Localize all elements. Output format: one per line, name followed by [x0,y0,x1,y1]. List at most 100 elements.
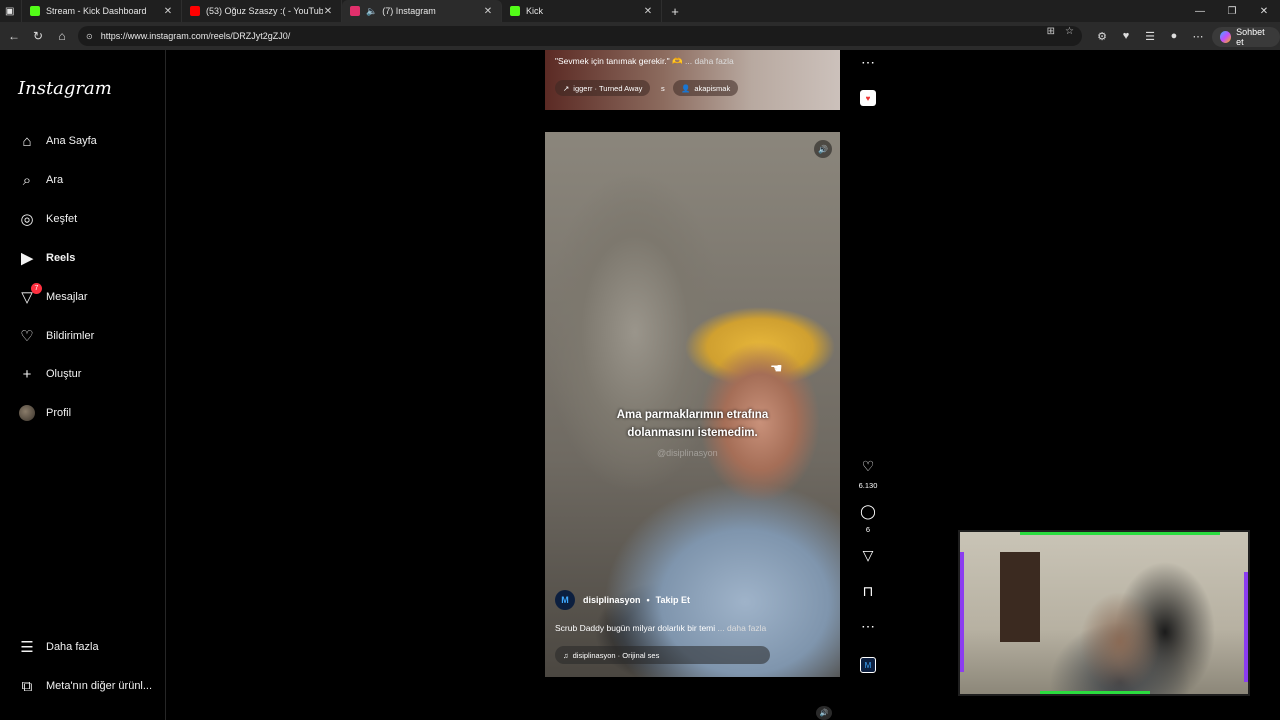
favorites-icon[interactable]: ☰ [1138,30,1162,43]
audio-extra: s [661,83,665,93]
cam-frame-right [1244,572,1248,682]
search-icon: ⌕ [22,171,32,189]
more-options-icon[interactable]: ⋯ [856,618,880,635]
close-tab-icon[interactable]: ✕ [483,6,493,17]
prev-audio-thumb[interactable]: ♥ [860,90,876,106]
cam-frame-left [960,552,964,672]
back-icon[interactable]: ← [2,24,26,48]
menu-icon: ☰ [20,639,34,656]
tab-youtube[interactable]: (53) Oğuz Szaszy :( - YouTube ✕ [182,0,342,22]
sidebar-item-notifications[interactable]: ♡ Bildirimler [18,327,94,345]
author-name[interactable]: disiplinasyon [583,595,641,605]
compass-icon: ◎ [20,211,34,228]
like-count: 6.130 [858,481,878,490]
tab-title: Kick [526,6,544,16]
sound-toggle-icon[interactable]: 🔊 [814,140,832,158]
video-watermark: @disiplinasyon [657,448,718,458]
heart-icon: ♡ [20,328,34,345]
sidebar-item-label: Bildirimler [46,330,95,342]
address-bar-row: ← ↻ ⌂ ⊙ https://www.instagram.com/reels/… [0,22,1280,50]
browser-toolbar-icons: ⚙ ♥ ☰ ● ⋯ [1090,22,1210,50]
avatar [18,404,36,422]
tab-actions-icon[interactable]: ▣ [0,0,22,22]
previous-reel[interactable]: "Sevmek için tanımak gerekir." 🫶 ... dah… [545,50,840,110]
sidebar-item-label: Meta'nın diğer ürünl... [46,680,153,692]
close-tab-icon[interactable]: ✕ [163,6,173,17]
kick-favicon-icon [510,6,520,16]
more-link[interactable]: ... daha fazla [718,623,767,633]
home-icon[interactable]: ⌂ [50,24,74,48]
app-available-icon[interactable]: ⊞ [1047,26,1055,37]
extensions-icon[interactable]: ⚙ [1090,30,1114,43]
sidebar-item-explore[interactable]: ◎ Keşfet [18,210,77,228]
previous-reel-caption: "Sevmek için tanımak gerekir." 🫶 ... dah… [555,56,734,66]
audio-pill[interactable]: ♫ disiplinasyon · Orijinal ses [555,646,770,664]
sidebar-item-label: Reels [46,252,76,264]
sidebar-item-label: Oluştur [46,368,82,380]
more-options-icon[interactable]: ⋯ [1186,30,1210,43]
new-tab-button[interactable]: + [662,0,688,22]
sidebar-item-label: Mesajlar [46,291,88,303]
home-icon: ⌂ [22,132,32,150]
close-window-icon[interactable]: ✕ [1248,6,1280,17]
comment-count: 6 [865,525,871,534]
url-field[interactable]: ⊙ https://www.instagram.com/reels/DRZJyt… [78,26,1082,46]
audio-pill[interactable]: ↗ iggerr · Turned Away [555,80,651,96]
save-bookmark-icon[interactable]: ⊓ [856,583,880,600]
instagram-logo[interactable]: Instagram [18,78,112,99]
cam-frame-top [1020,532,1220,535]
favorite-star-icon[interactable]: ☆ [1065,26,1074,37]
plus-icon: + [22,365,32,383]
more-link[interactable]: ... daha fazla [685,56,734,66]
sidebar-item-meta[interactable]: ⧉ Meta'nın diğer ürünl... [18,677,152,695]
copilot-icon [1220,31,1232,43]
reels-icon: ▶ [21,250,33,267]
arrow-icon: ↗ [563,83,570,93]
like-heart-icon[interactable]: ♡ [856,458,880,475]
author-avatar[interactable]: M [555,590,575,610]
reel-video[interactable]: 🔊 Ama parmaklarımın etrafına dolanmasını… [545,132,840,677]
sidebar-item-more[interactable]: ☰ Daha fazla [18,638,98,656]
reel-actions: ⋯ ♥ ♡ 6.130 ◯ 6 ▽ ⊓ ⋯ M [856,50,880,720]
minimize-icon[interactable]: — [1184,6,1216,17]
instagram-favicon-icon [350,6,360,16]
close-tab-icon[interactable]: ✕ [643,6,653,17]
sidebar-item-home[interactable]: ⌂ Ana Sayfa [18,132,96,150]
tab-kick[interactable]: Kick ✕ [502,0,662,22]
sidebar-item-reels[interactable]: ▶ Reels [18,249,75,267]
more-options-icon[interactable]: ⋯ [856,54,880,71]
video-subtitle: Ama parmaklarımın etrafına dolanmasını i… [616,409,769,439]
messenger-icon: ▽ 7 [18,283,42,306]
youtube-favicon-icon [190,6,200,16]
sidebar-item-label: Profil [46,407,72,419]
close-tab-icon[interactable]: ✕ [323,6,333,17]
tab-kick-dashboard[interactable]: Stream - Kick Dashboard ✕ [22,0,182,22]
sidebar-item-label: Ara [46,174,64,186]
next-reel-sound-icon[interactable]: 🔊 [816,706,832,720]
sidebar-item-create[interactable]: + Oluştur [18,365,82,383]
cabinet-image [1000,552,1040,642]
restore-icon[interactable]: ❐ [1216,6,1248,17]
profile-icon[interactable]: ● [1162,30,1186,42]
cam-frame-bottom [1040,691,1150,694]
tab-instagram[interactable]: 🔈 (7) Instagram ✕ [342,0,502,22]
site-info-icon[interactable]: ⊙ [86,32,93,41]
hand-cursor-icon: ☚ [770,360,783,376]
reel-caption: Scrub Daddy bugün milyar dolarlık bir te… [555,623,767,633]
tab-title: Stream - Kick Dashboard [46,6,147,16]
comment-icon[interactable]: ◯ [856,503,880,520]
browser-essentials-icon[interactable]: ♥ [1114,30,1138,42]
audio-thumb[interactable]: M [860,657,876,673]
user-tag-pill[interactable]: 👤 akapismak [673,80,739,96]
instagram-sidebar: Instagram ⌂ Ana Sayfa ⌕ Ara ◎ Keşfet ▶ R… [0,50,166,720]
sidebar-item-messages[interactable]: ▽ 7 Mesajlar [18,283,88,306]
user-icon: 👤 [681,83,691,93]
sidebar-item-profile[interactable]: Profil [18,404,71,422]
url-text: https://www.instagram.com/reels/DRZJyt2g… [100,31,291,41]
follow-button[interactable]: Takip Et [656,595,690,605]
share-icon[interactable]: ▽ [856,547,880,564]
sidebar-item-search[interactable]: ⌕ Ara [18,171,63,189]
copilot-chat-button[interactable]: Sohbet et [1212,27,1280,47]
refresh-icon[interactable]: ↻ [26,24,50,48]
speaker-icon[interactable]: 🔈 [366,6,377,17]
